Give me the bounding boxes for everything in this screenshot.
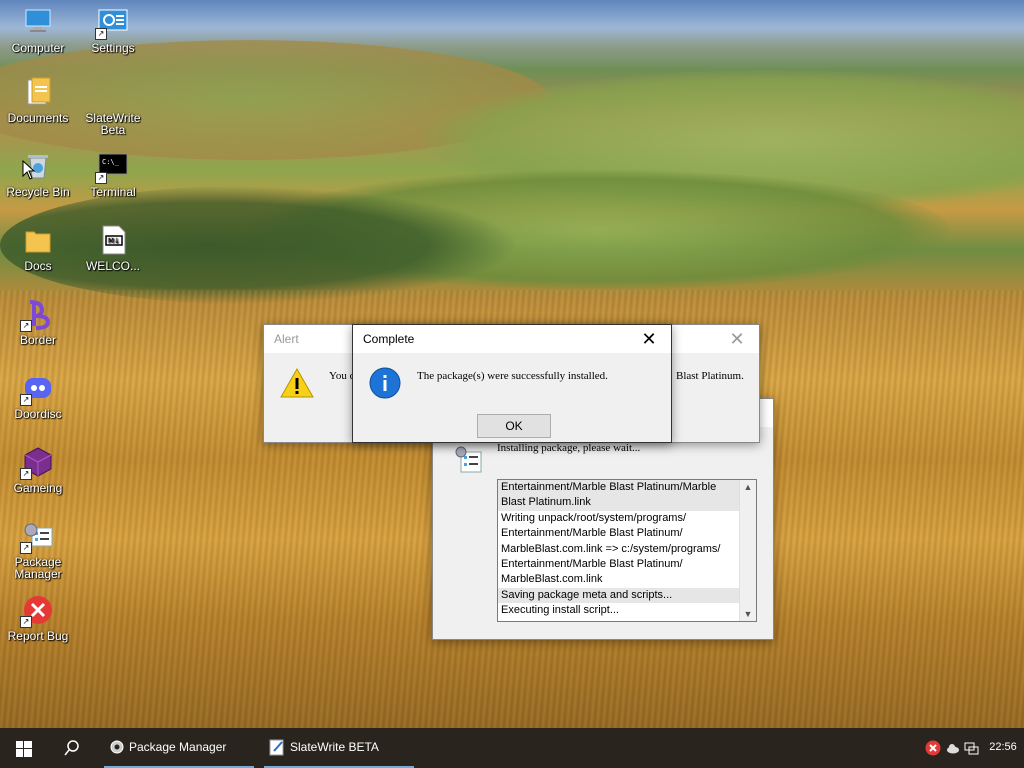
taskbar-item-package-manager[interactable]: Package Manager [104, 728, 254, 768]
desktop-icon-settings[interactable]: ↗ Settings [75, 6, 151, 54]
list-item[interactable]: MarbleBlast.com.link => c:/system/progra… [498, 542, 756, 557]
list-item[interactable]: Entertainment/Marble Blast Platinum/ [498, 557, 756, 572]
desktop-icon-report-bug[interactable]: ↗ Report Bug [0, 594, 76, 642]
border-icon: ↗ [20, 298, 54, 332]
desktop-icon-gameing[interactable]: ↗ Gameing [0, 446, 76, 494]
slatewrite-icon [97, 76, 129, 108]
installer-icon [455, 446, 482, 473]
desktop-icon-label: Recycle Bin [6, 185, 70, 199]
cloud-icon[interactable] [946, 742, 960, 754]
scroll-down-icon[interactable]: ▼ [740, 607, 756, 621]
search-button[interactable] [50, 728, 94, 768]
desktop-icon-label: Package Manager [14, 555, 62, 581]
shortcut-arrow-icon: ↗ [20, 542, 32, 554]
complete-title: Complete [363, 332, 415, 346]
package-manager-icon: ↗ [20, 520, 54, 554]
list-item[interactable]: Entertainment/Marble Blast Platinum/Marb… [498, 480, 756, 496]
desktop-icon-package-manager[interactable]: ↗ Package Manager [0, 520, 76, 580]
list-item[interactable]: Blast Platinum.link [498, 495, 756, 511]
settings-icon: ↗ [95, 6, 129, 40]
error-tray-icon[interactable] [925, 740, 941, 756]
network-icon[interactable] [964, 740, 980, 756]
documents-icon [22, 76, 54, 108]
desktop-icon-docs[interactable]: Docs [0, 224, 76, 272]
alert-close-button[interactable]: ✕ [715, 325, 759, 353]
alert-message-end: Blast Platinum. [676, 370, 744, 382]
install-log-scrollbar[interactable]: ▲ ▼ [739, 480, 756, 621]
info-icon [369, 367, 401, 399]
folder-icon [22, 224, 54, 256]
report-bug-icon: ↗ [20, 594, 54, 628]
desktop-icon-label: Doordisc [14, 407, 62, 421]
taskbar-item-slatewrite[interactable]: SlateWrite BETA [264, 728, 414, 768]
desktop: Computer ↗ Settings Documents SlateWrite… [0, 0, 1024, 728]
shortcut-arrow-icon: ↗ [95, 172, 107, 184]
warning-icon [280, 367, 314, 398]
desktop-icon-welcome[interactable]: M↓ WELCO... [75, 224, 151, 272]
desktop-icon-computer[interactable]: Computer [0, 6, 76, 54]
list-item[interactable]: Saving package meta and scripts... [498, 587, 756, 604]
list-item[interactable]: Writing unpack/root/system/programs/ [498, 511, 756, 526]
desktop-icon-label: Report Bug [7, 629, 69, 643]
markdown-file-icon: M↓ [97, 224, 129, 256]
desktop-icon-label: Gameing [13, 481, 63, 495]
computer-icon [22, 6, 54, 38]
complete-message: The package(s) were successfully install… [417, 370, 608, 382]
terminal-icon: C:\_ ↗ [95, 150, 129, 184]
complete-titlebar[interactable]: Complete ✕ [353, 325, 671, 353]
gear-icon [110, 740, 124, 754]
clock[interactable]: 22:56 [986, 728, 1020, 768]
desktop-icon-documents[interactable]: Documents [0, 76, 76, 124]
desktop-icon-border[interactable]: ↗ Border [0, 298, 76, 346]
taskbar: Package Manager SlateWrite BETA 22:56 [0, 728, 1024, 768]
list-item[interactable]: MarbleBlast.com.link [498, 572, 756, 587]
start-button[interactable] [0, 728, 48, 768]
complete-dialog: Complete ✕ The package(s) were successfu… [352, 324, 672, 443]
taskbar-item-label: SlateWrite BETA [290, 740, 379, 754]
svg-text:M↓: M↓ [108, 237, 120, 245]
shortcut-arrow-icon: ↗ [20, 468, 32, 480]
svg-text:C:\_: C:\_ [102, 158, 120, 166]
cube-icon: ↗ [20, 446, 54, 480]
installer-status: Installing package, please wait... [497, 442, 641, 454]
slatewrite-icon [269, 739, 284, 756]
search-icon [64, 740, 79, 756]
complete-close-button[interactable]: ✕ [627, 325, 671, 353]
alert-title: Alert [274, 332, 299, 346]
alert-message-start: You c [329, 370, 355, 382]
desktop-icon-label: Computer [11, 41, 65, 55]
list-item[interactable]: Executing install script... [498, 603, 756, 618]
mouse-cursor-icon [22, 160, 36, 180]
desktop-icon-terminal[interactable]: C:\_ ↗ Terminal [75, 150, 151, 198]
shortcut-arrow-icon: ↗ [20, 616, 32, 628]
ok-button[interactable]: OK [477, 414, 551, 438]
desktop-icon-label: Terminal [90, 185, 136, 199]
list-item[interactable]: Entertainment/Marble Blast Platinum/ [498, 526, 756, 541]
windows-logo-icon [16, 741, 32, 757]
desktop-icon-label: Documents [7, 111, 69, 125]
scroll-up-icon[interactable]: ▲ [740, 480, 756, 494]
discord-icon: ↗ [20, 372, 54, 406]
desktop-icon-recycle-bin[interactable]: Recycle Bin [0, 150, 76, 198]
desktop-icon-label: Border [19, 333, 57, 347]
desktop-icon-label: Docs [24, 259, 52, 273]
install-log-list[interactable]: Entertainment/Marble Blast Platinum/Marb… [497, 479, 757, 622]
desktop-icon-label: Settings [91, 41, 135, 55]
desktop-icon-label: WELCO... [85, 259, 140, 273]
taskbar-item-label: Package Manager [129, 740, 227, 754]
desktop-icon-label: SlateWrite Beta [85, 111, 141, 137]
desktop-icon-slatewrite[interactable]: SlateWrite Beta [75, 76, 151, 136]
desktop-icon-doordisc[interactable]: ↗ Doordisc [0, 372, 76, 420]
shortcut-arrow-icon: ↗ [20, 320, 32, 332]
shortcut-arrow-icon: ↗ [20, 394, 32, 406]
shortcut-arrow-icon: ↗ [95, 28, 107, 40]
